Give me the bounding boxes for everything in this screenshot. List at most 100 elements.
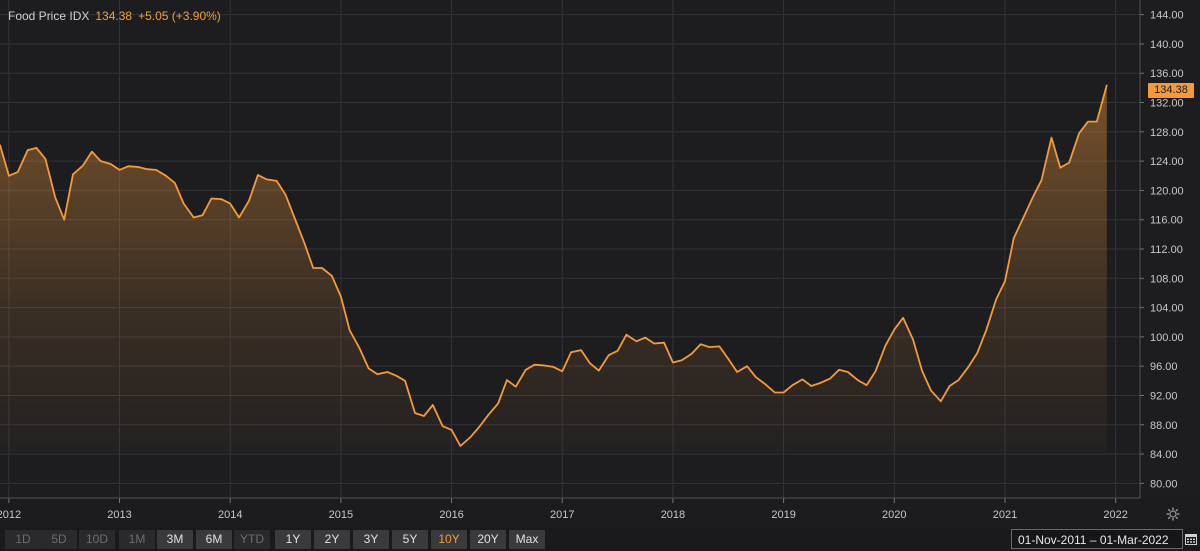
data-point bbox=[201, 214, 204, 216]
y-tick-label: 108.00 bbox=[1150, 273, 1184, 285]
x-tick-label: 2022 bbox=[1103, 509, 1127, 521]
data-point bbox=[368, 367, 370, 369]
data-point bbox=[810, 385, 812, 387]
gear-icon[interactable] bbox=[1166, 507, 1180, 521]
data-point bbox=[681, 359, 683, 361]
data-point bbox=[1106, 84, 1108, 86]
data-point bbox=[534, 364, 536, 366]
data-point bbox=[459, 445, 461, 447]
data-point bbox=[957, 379, 960, 381]
data-point bbox=[608, 354, 610, 356]
data-point bbox=[1078, 132, 1080, 134]
data-point bbox=[432, 404, 434, 406]
data-point bbox=[791, 384, 794, 386]
data-point bbox=[912, 339, 914, 341]
range-button-1m[interactable]: 1M bbox=[119, 530, 155, 549]
x-tick-label: 2019 bbox=[771, 509, 795, 521]
range-button-5d[interactable]: 5D bbox=[41, 530, 77, 549]
data-point bbox=[736, 371, 738, 373]
y-tick-label: 120.00 bbox=[1150, 185, 1184, 197]
data-point bbox=[819, 382, 821, 384]
y-tick-label: 104.00 bbox=[1150, 303, 1184, 315]
data-point bbox=[746, 365, 748, 367]
data-point bbox=[376, 373, 378, 375]
data-point bbox=[542, 364, 545, 366]
data-point bbox=[552, 366, 555, 368]
chart-area[interactable]: 80.00 84.00 88.00 92.00 96.00 100.00 104.00 108… bbox=[0, 0, 1200, 521]
range-button-max[interactable]: Max bbox=[509, 530, 545, 549]
last-price-tag: 134.38 bbox=[1148, 83, 1194, 98]
data-point bbox=[174, 182, 176, 184]
data-point bbox=[35, 147, 38, 149]
range-button-3y[interactable]: 3Y bbox=[353, 530, 389, 549]
data-point bbox=[874, 370, 877, 372]
range-button-3m[interactable]: 3M bbox=[157, 530, 193, 549]
data-point bbox=[644, 337, 646, 339]
data-point bbox=[1040, 179, 1043, 181]
data-point bbox=[127, 165, 129, 167]
x-tick-label: 2016 bbox=[439, 509, 463, 521]
data-point bbox=[708, 346, 711, 348]
data-point bbox=[857, 379, 859, 381]
y-tick-label: 100.00 bbox=[1150, 332, 1184, 344]
y-tick-label: 124.00 bbox=[1150, 156, 1184, 168]
data-point bbox=[1068, 162, 1070, 164]
range-button-10d[interactable]: 10D bbox=[79, 530, 115, 549]
data-point bbox=[801, 378, 804, 380]
data-point bbox=[183, 203, 185, 205]
y-tick-label: 96.00 bbox=[1150, 361, 1178, 373]
data-point bbox=[995, 298, 997, 301]
y-tick-label: 132.00 bbox=[1150, 98, 1184, 110]
y-tick-label: 84.00 bbox=[1150, 449, 1178, 461]
data-point bbox=[718, 345, 721, 347]
data-point bbox=[1032, 197, 1034, 199]
data-point bbox=[847, 371, 849, 373]
data-point bbox=[321, 267, 323, 269]
data-point bbox=[1004, 280, 1006, 282]
data-point bbox=[82, 164, 84, 167]
price-chart: 80.00 84.00 88.00 92.00 96.00 100.00 104.00 108… bbox=[0, 0, 1184, 521]
data-point bbox=[783, 391, 785, 394]
data-point bbox=[110, 163, 112, 165]
data-point bbox=[700, 343, 702, 345]
data-point bbox=[442, 425, 444, 427]
data-point bbox=[349, 329, 351, 331]
y-tick-label: 136.00 bbox=[1150, 68, 1184, 80]
x-tick-label: 2015 bbox=[329, 509, 353, 521]
range-button-1d[interactable]: 1D bbox=[5, 530, 41, 549]
x-tick-label: 2014 bbox=[218, 509, 242, 521]
range-button-5y[interactable]: 5Y bbox=[392, 530, 428, 549]
x-tick-label: 2020 bbox=[882, 509, 906, 521]
y-tick-label: 116.00 bbox=[1150, 215, 1183, 227]
data-point bbox=[727, 358, 729, 360]
calendar-icon[interactable] bbox=[1185, 533, 1197, 545]
data-point bbox=[589, 362, 591, 364]
data-point bbox=[238, 216, 240, 219]
data-point bbox=[63, 219, 65, 221]
data-point bbox=[386, 371, 388, 373]
range-button-10y[interactable]: 10Y bbox=[431, 530, 467, 549]
data-point bbox=[44, 158, 47, 160]
range-button-6m[interactable]: 6M bbox=[196, 530, 232, 549]
range-button-20y[interactable]: 20Y bbox=[470, 530, 506, 549]
data-point bbox=[72, 173, 74, 175]
data-point bbox=[1096, 121, 1098, 123]
range-button-ytd[interactable]: YTD bbox=[234, 530, 270, 549]
x-tick-label: 2017 bbox=[550, 509, 574, 521]
data-point bbox=[165, 175, 167, 177]
data-point bbox=[340, 296, 342, 298]
data-point bbox=[1023, 216, 1025, 218]
y-tick-label: 92.00 bbox=[1150, 390, 1178, 402]
date-range-field[interactable]: 01-Nov-2011 – 01-Mar-2022 bbox=[1011, 529, 1183, 549]
data-point bbox=[8, 175, 10, 177]
chart-legend: Food Price IDX 134.38 +5.05 (+3.90%) bbox=[8, 9, 221, 23]
data-point bbox=[404, 380, 406, 382]
data-point bbox=[193, 216, 195, 219]
data-point bbox=[625, 334, 628, 336]
range-button-1y[interactable]: 1Y bbox=[275, 530, 311, 549]
data-point bbox=[774, 391, 776, 394]
data-point bbox=[663, 342, 665, 344]
data-point bbox=[1013, 237, 1015, 239]
range-button-2y[interactable]: 2Y bbox=[314, 530, 350, 549]
data-point bbox=[1059, 167, 1061, 169]
